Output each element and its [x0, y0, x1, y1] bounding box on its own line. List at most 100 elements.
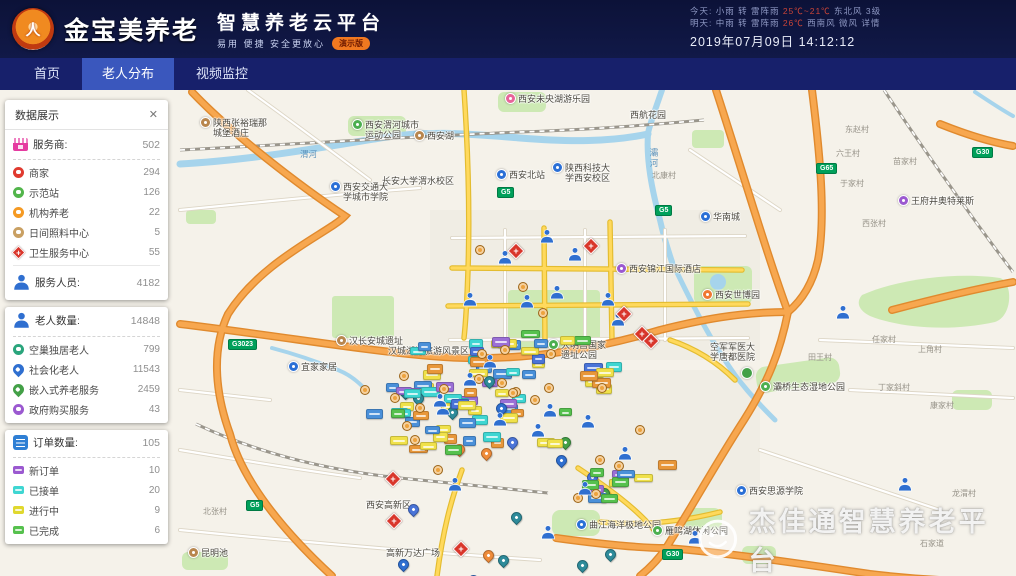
stat-value: 10 — [149, 465, 160, 476]
care-center-marker[interactable] — [518, 282, 528, 292]
pin-icon — [11, 381, 27, 397]
care-center-marker[interactable] — [410, 435, 420, 445]
service-person-marker[interactable] — [540, 229, 554, 249]
care-center-marker[interactable] — [538, 308, 548, 318]
service-person-marker[interactable] — [578, 481, 592, 501]
service-person-marker[interactable] — [463, 292, 477, 312]
tab-video-monitor[interactable]: 视频监控 — [176, 58, 268, 90]
platform-block: 智慧养老云平台 易用 便捷 安全更放心 演示版 — [217, 8, 385, 50]
service-tag-marker[interactable] — [366, 409, 383, 419]
service-person-marker[interactable] — [520, 294, 534, 314]
stat-value: 5 — [154, 227, 160, 238]
park-poi-marker[interactable] — [741, 367, 753, 379]
service-tag-marker[interactable] — [391, 409, 405, 418]
close-icon[interactable]: ✕ — [149, 110, 158, 121]
service-person-marker[interactable] — [448, 477, 462, 497]
stat-value: 4182 — [137, 277, 160, 289]
care-center-marker[interactable] — [500, 345, 510, 355]
map[interactable]: 西安未央湖游乐园陕西张裕瑞那 城堡酒庄西安渭河城市 运动公园西安湖长安大学渭水校… — [0, 90, 1016, 576]
service-tag-marker[interactable] — [634, 474, 653, 482]
service-person-marker[interactable] — [541, 525, 555, 545]
nav-tabs: 首页老人分布视频监控 — [0, 58, 1016, 90]
list-icon — [13, 435, 28, 450]
stat-label: 卫生服务中心 — [29, 245, 89, 260]
circle-icon — [13, 344, 24, 355]
service-tag-marker[interactable] — [532, 354, 545, 364]
service-tag-marker[interactable] — [425, 426, 440, 434]
stat-label: 政府购买服务 — [29, 402, 89, 417]
care-center-marker[interactable] — [415, 403, 425, 413]
care-center-marker[interactable] — [595, 455, 605, 465]
service-tag-marker[interactable] — [612, 477, 629, 487]
service-tag-marker[interactable] — [522, 370, 536, 379]
service-person-marker[interactable] — [568, 247, 582, 267]
service-person-marker[interactable] — [550, 285, 564, 305]
service-tag-marker[interactable] — [547, 439, 563, 448]
stat-label: 嵌入式养老服务 — [29, 382, 99, 397]
stat-label: 服务商: — [33, 137, 67, 152]
service-tag-marker[interactable] — [596, 368, 614, 377]
service-tag-marker[interactable] — [506, 368, 520, 376]
care-center-marker[interactable] — [497, 378, 507, 388]
service-tag-marker[interactable] — [580, 371, 598, 381]
person-icon — [13, 312, 30, 329]
panel-title-row: 数据展示✕ — [5, 100, 168, 130]
service-tag-marker[interactable] — [404, 389, 421, 398]
care-center-marker[interactable] — [597, 383, 607, 393]
care-center-marker[interactable] — [475, 245, 485, 255]
platform-title: 智慧养老云平台 — [217, 8, 385, 35]
stat-label: 社会化老人 — [29, 362, 79, 377]
header: 金宝美养老 智慧养老云平台 易用 便捷 安全更放心 演示版 今天: 小雨 转 雷… — [0, 0, 1016, 58]
service-person-marker[interactable] — [618, 446, 632, 466]
care-center-marker[interactable] — [433, 465, 443, 475]
care-center-marker[interactable] — [399, 371, 409, 381]
care-center-marker[interactable] — [360, 385, 370, 395]
tab-elder-distribution[interactable]: 老人分布 — [82, 58, 174, 90]
care-center-marker[interactable] — [508, 388, 518, 398]
tag-icon — [13, 486, 24, 494]
service-person-marker[interactable] — [688, 530, 702, 550]
circle-icon — [13, 404, 24, 415]
panel-row: 老人数量:14848 — [5, 307, 168, 334]
panel-row: 商家294 — [5, 162, 168, 182]
circle-icon — [13, 187, 24, 198]
service-tag-marker[interactable] — [559, 408, 572, 416]
service-tag-marker[interactable] — [459, 418, 476, 428]
service-person-marker[interactable] — [531, 423, 545, 443]
service-tag-marker[interactable] — [560, 336, 575, 345]
stat-label: 新订单 — [29, 463, 59, 478]
service-person-marker[interactable] — [601, 292, 615, 312]
service-person-marker[interactable] — [433, 393, 447, 413]
service-tag-marker[interactable] — [658, 460, 677, 470]
service-tag-marker[interactable] — [445, 445, 462, 455]
service-tag-marker[interactable] — [521, 347, 539, 355]
service-tag-marker[interactable] — [463, 436, 476, 446]
service-person-marker[interactable] — [483, 354, 497, 374]
service-tag-marker[interactable] — [418, 342, 431, 351]
panel-row: 进行中9 — [5, 500, 168, 520]
service-tag-marker[interactable] — [574, 336, 591, 345]
service-person-marker[interactable] — [581, 414, 595, 434]
service-tag-marker[interactable] — [521, 330, 540, 338]
service-person-marker[interactable] — [898, 477, 912, 497]
service-tag-marker[interactable] — [534, 339, 548, 348]
panel-row: 服务人员:4182 — [5, 269, 168, 296]
stat-value: 126 — [143, 187, 160, 198]
service-person-marker[interactable] — [836, 305, 850, 325]
circle-icon — [13, 167, 24, 178]
service-person-marker[interactable] — [463, 372, 477, 392]
service-tag-marker[interactable] — [617, 470, 635, 478]
service-tag-marker[interactable] — [458, 401, 476, 410]
care-center-marker[interactable] — [635, 425, 645, 435]
header-right: 今天: 小雨 转 雷阵雨 25℃~21℃ 东北风 3级 明天: 中雨 转 雷阵雨… — [690, 5, 881, 50]
service-person-marker[interactable] — [493, 412, 507, 432]
service-tag-marker[interactable] — [390, 436, 408, 445]
panel-card: 数据展示✕服务商:502商家294示范站126机构养老22日间照料中心5卫生服务… — [5, 100, 168, 300]
service-tag-marker[interactable] — [590, 468, 604, 477]
service-person-marker[interactable] — [543, 403, 557, 423]
service-tag-marker[interactable] — [420, 442, 437, 450]
service-tag-marker[interactable] — [427, 364, 443, 374]
service-tag-marker[interactable] — [601, 494, 618, 503]
service-tag-marker[interactable] — [483, 432, 501, 442]
tab-home[interactable]: 首页 — [14, 58, 80, 90]
